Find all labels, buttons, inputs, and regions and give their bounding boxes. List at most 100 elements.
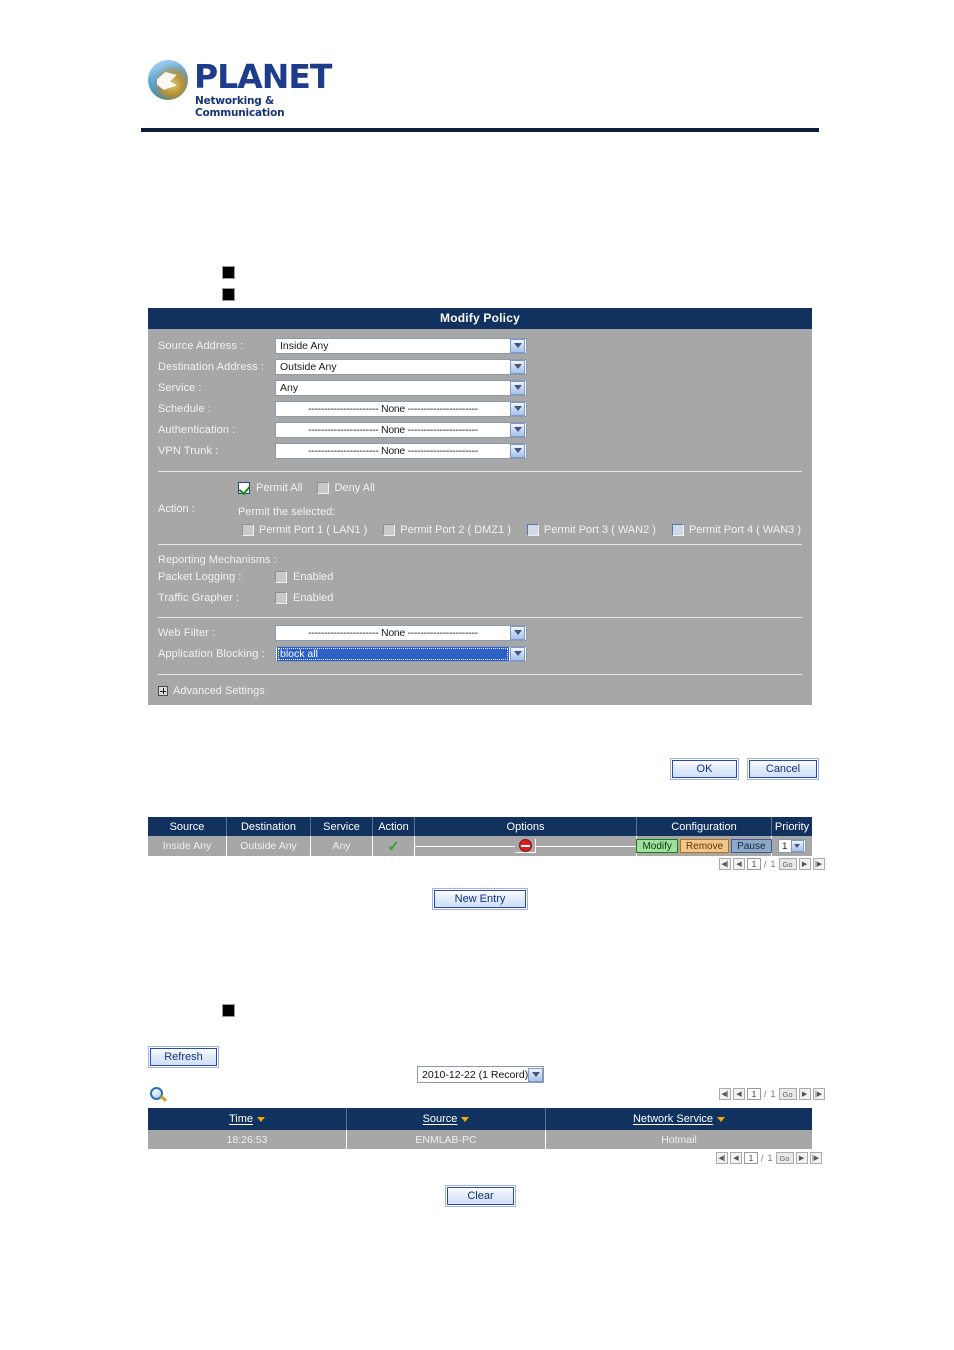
- select-schedule[interactable]: ---------------------- None ------------…: [275, 400, 527, 417]
- pager-first-button[interactable]: ◀|: [716, 1152, 728, 1164]
- pager-last-button[interactable]: |▶: [812, 1088, 825, 1100]
- advanced-settings-toggle[interactable]: Advanced Settings: [148, 679, 812, 705]
- col-options: Options: [415, 817, 637, 836]
- col-source-sort[interactable]: Source: [347, 1108, 546, 1130]
- date-filter-select[interactable]: 2010-12-22 (1 Record): [417, 1066, 544, 1083]
- select-destination-address[interactable]: Outside Any: [275, 358, 527, 375]
- chevron-down-icon[interactable]: [510, 338, 525, 353]
- search-icon[interactable]: [150, 1087, 168, 1105]
- pager-page-input[interactable]: 1: [744, 1152, 758, 1164]
- refresh-button[interactable]: Refresh: [148, 1046, 219, 1068]
- checkbox-permit-port-2[interactable]: [383, 524, 396, 536]
- chevron-down-icon[interactable]: [510, 359, 525, 374]
- modify-button[interactable]: Modify: [636, 839, 678, 853]
- brand-name: PLANET: [194, 57, 332, 96]
- col-service: Service: [311, 817, 373, 836]
- col-network-service-label: Network Service: [632, 1113, 714, 1125]
- label-authentication: Authentication :: [158, 423, 236, 436]
- label-service: Service :: [158, 381, 202, 394]
- pager-next-button[interactable]: ▶: [798, 858, 811, 870]
- chevron-down-icon[interactable]: [790, 840, 804, 852]
- pager-next-button[interactable]: ▶: [795, 1152, 808, 1164]
- checkbox-permit-port-1[interactable]: [242, 524, 255, 536]
- select-destination-address-value: Outside Any: [280, 360, 337, 373]
- col-network-service-sort[interactable]: Network Service: [546, 1108, 812, 1130]
- pager-separator: /: [764, 1089, 767, 1099]
- chevron-down-icon[interactable]: [510, 646, 525, 661]
- pager-separator: /: [761, 1153, 764, 1163]
- select-web-filter-value: ---------------------- None ------------…: [308, 626, 478, 639]
- select-service[interactable]: Any: [275, 379, 527, 396]
- checkbox-permit-all[interactable]: [238, 482, 251, 494]
- pager-go-button[interactable]: Go: [778, 858, 797, 870]
- select-source-address[interactable]: Inside Any: [275, 337, 527, 354]
- option-cell[interactable]: [555, 845, 576, 847]
- option-cell[interactable]: [455, 845, 476, 847]
- field-source-address: Source Address : Inside Any: [148, 335, 812, 356]
- pager-page-input[interactable]: 1: [747, 1088, 761, 1100]
- pager-go-button[interactable]: Go: [775, 1152, 794, 1164]
- checkbox-permit-port-4[interactable]: [671, 524, 684, 536]
- label-traffic-grapher: Traffic Grapher :: [158, 591, 240, 604]
- col-action: Action: [373, 817, 415, 836]
- option-cell[interactable]: [575, 845, 596, 847]
- label-traffic-grapher-enabled: Enabled: [293, 591, 334, 604]
- no-entry-icon: [518, 839, 532, 852]
- pager-first-button[interactable]: ◀|: [719, 1088, 731, 1100]
- pager-prev-button[interactable]: ◀: [730, 1152, 742, 1164]
- new-entry-button[interactable]: New Entry: [432, 888, 528, 910]
- checkbox-permit-port-3[interactable]: [526, 524, 539, 536]
- select-source-address-value: Inside Any: [280, 339, 329, 352]
- ok-button[interactable]: OK: [670, 758, 739, 780]
- chevron-down-icon[interactable]: [510, 401, 525, 416]
- select-application-blocking[interactable]: block all: [275, 645, 527, 662]
- cell-source: ENMLAB-PC: [347, 1130, 546, 1150]
- option-cell[interactable]: [615, 845, 637, 847]
- select-schedule-value: ---------------------- None ------------…: [308, 402, 478, 415]
- option-cell[interactable]: [535, 845, 556, 847]
- plus-icon[interactable]: [158, 686, 168, 696]
- pause-button[interactable]: Pause: [731, 839, 772, 853]
- select-web-filter[interactable]: ---------------------- None ------------…: [275, 624, 527, 641]
- option-cell[interactable]: [435, 845, 456, 847]
- pager-last-button[interactable]: |▶: [812, 858, 825, 870]
- pager-first-button[interactable]: ◀|: [719, 858, 731, 870]
- option-cell[interactable]: [414, 845, 436, 847]
- pager-go-button[interactable]: Go: [778, 1088, 797, 1100]
- chevron-down-icon[interactable]: [510, 422, 525, 437]
- pager-next-button[interactable]: ▶: [798, 1088, 811, 1100]
- checkbox-packet-logging[interactable]: [275, 570, 287, 583]
- clear-button[interactable]: Clear: [445, 1185, 516, 1207]
- dialog-buttons: OK Cancel: [670, 758, 819, 780]
- label-advanced-settings: Advanced Settings: [173, 685, 265, 697]
- select-vpn-trunk[interactable]: ---------------------- None ------------…: [275, 442, 527, 459]
- chevron-down-icon[interactable]: [510, 625, 525, 640]
- option-cell-blocked[interactable]: [515, 839, 536, 853]
- chevron-down-icon[interactable]: [528, 1067, 544, 1082]
- check-icon: ✓: [387, 838, 400, 854]
- cancel-button[interactable]: Cancel: [747, 758, 819, 780]
- col-time-sort[interactable]: Time: [148, 1108, 347, 1130]
- option-cell[interactable]: [475, 845, 496, 847]
- select-authentication-value: ---------------------- None ------------…: [308, 423, 478, 436]
- field-service: Service : Any: [148, 377, 812, 398]
- pager-page-input[interactable]: 1: [747, 858, 761, 870]
- chevron-down-icon[interactable]: [510, 443, 525, 458]
- checkbox-deny-all[interactable]: [316, 482, 329, 494]
- divider: [158, 674, 802, 675]
- remove-button[interactable]: Remove: [679, 839, 730, 853]
- select-authentication[interactable]: ---------------------- None ------------…: [275, 421, 527, 438]
- field-schedule: Schedule : ---------------------- None -…: [148, 398, 812, 419]
- pager-prev-button[interactable]: ◀: [733, 858, 745, 870]
- label-schedule: Schedule :: [158, 402, 211, 415]
- pager-last-button[interactable]: |▶: [809, 1152, 822, 1164]
- label-source-address: Source Address :: [158, 339, 244, 352]
- priority-select[interactable]: 1: [778, 839, 806, 853]
- option-cell[interactable]: [595, 845, 616, 847]
- pager-prev-button[interactable]: ◀: [733, 1088, 745, 1100]
- option-cell[interactable]: [495, 845, 516, 847]
- checkbox-traffic-grapher[interactable]: [275, 591, 287, 604]
- chevron-down-icon[interactable]: [510, 380, 525, 395]
- col-source-label: Source: [422, 1113, 458, 1125]
- field-application-blocking: Application Blocking : block all: [148, 643, 812, 664]
